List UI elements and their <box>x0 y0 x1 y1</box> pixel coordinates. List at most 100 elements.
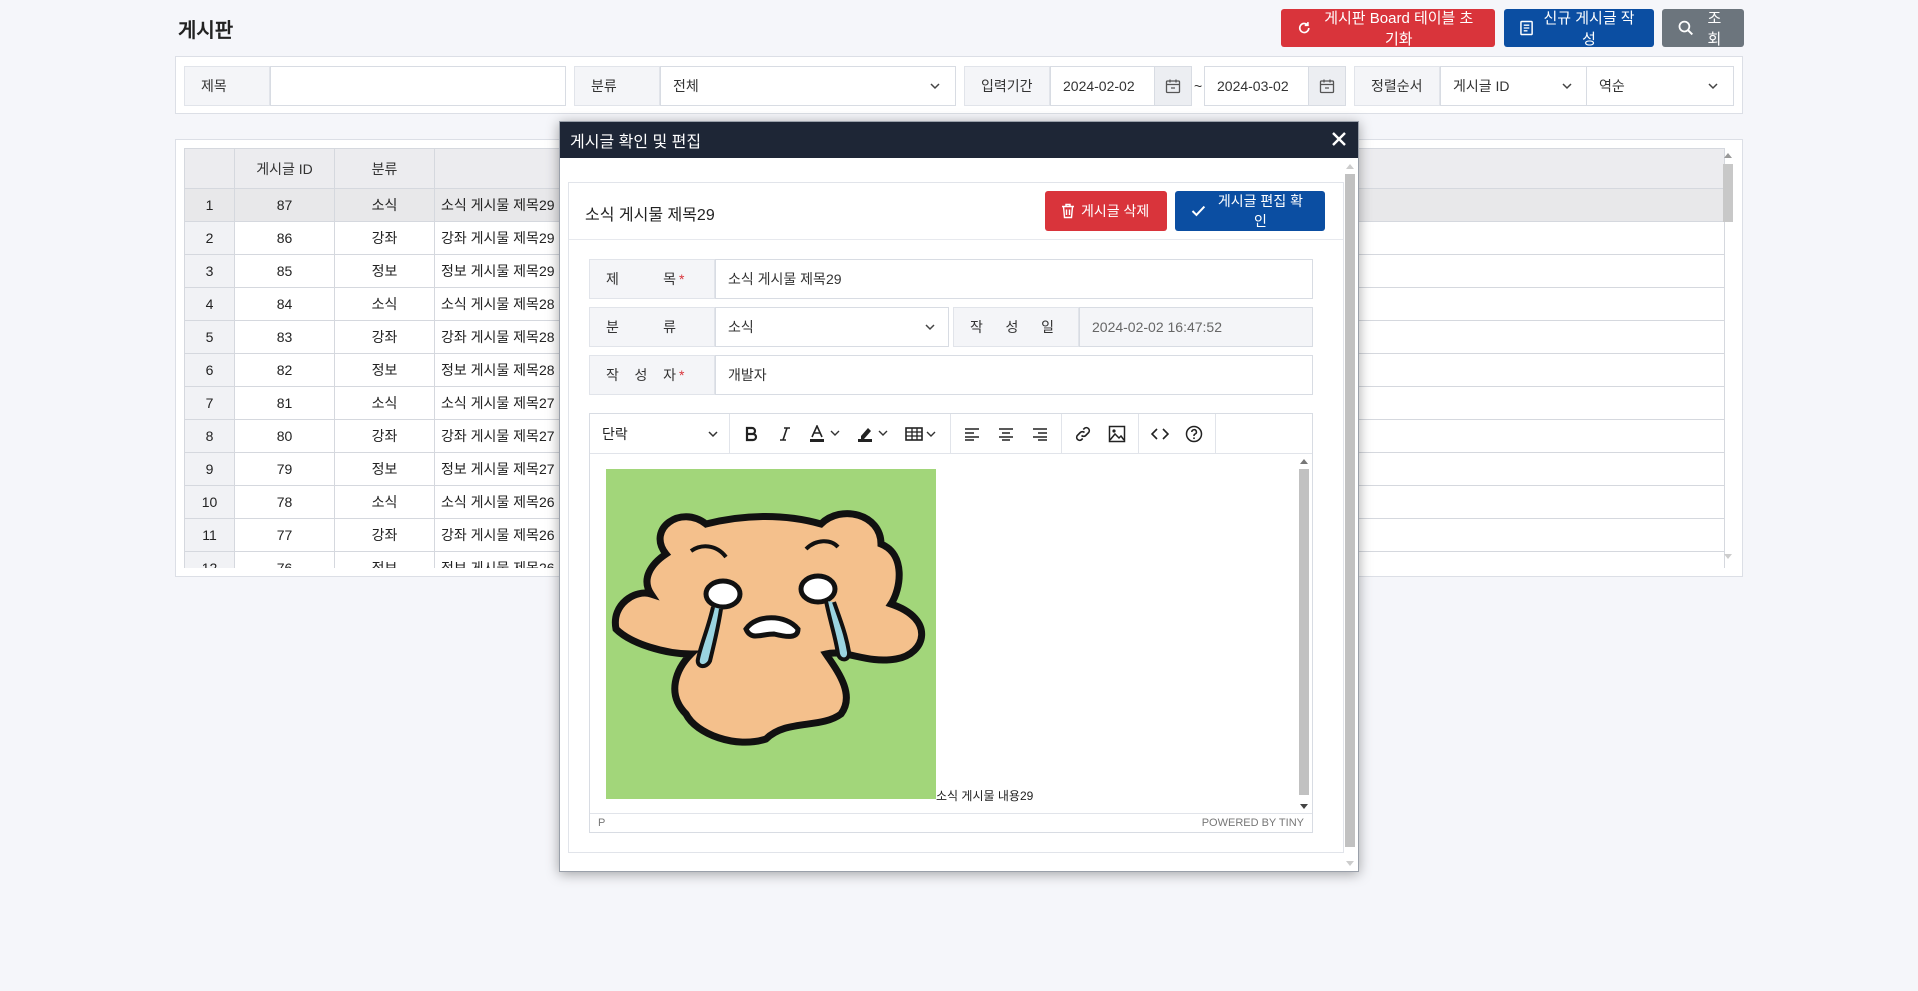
reset-table-button[interactable]: 게시판 Board 테이블 초기화 <box>1281 9 1495 48</box>
modal-scroll-thumb[interactable] <box>1345 174 1355 847</box>
table-button[interactable] <box>900 419 944 449</box>
post-date-field: 2024-02-02 16:47:52 <box>1079 307 1313 347</box>
search-button[interactable]: 조회 <box>1662 9 1744 48</box>
align-left-button[interactable] <box>957 419 987 449</box>
rich-text-editor: 단락 소식 게시물 내용29 P POWERED BY TINY <box>589 413 1313 833</box>
block-format-value: 단락 <box>602 425 628 442</box>
grid-header-category[interactable]: 분류 <box>334 148 435 189</box>
search-icon <box>1678 20 1693 36</box>
field-category-label: 분류 <box>589 307 715 347</box>
sort-direction-value: 역순 <box>1599 78 1625 94</box>
scroll-down-icon <box>1300 804 1308 809</box>
cell-rownum: 4 <box>184 287 235 321</box>
cell-rownum: 5 <box>184 320 235 354</box>
cell-category: 강좌 <box>334 320 435 354</box>
powered-by-link[interactable]: POWERED BY TINY <box>1202 817 1304 829</box>
date-separator: ~ <box>1194 78 1203 94</box>
new-post-label: 신규 게시글 작성 <box>1543 10 1635 48</box>
grid-scrollbar[interactable] <box>1722 150 1734 562</box>
check-icon <box>1191 205 1206 217</box>
sort-direction-select[interactable]: 역순 <box>1586 66 1734 106</box>
date-to-calendar-button[interactable] <box>1308 66 1346 106</box>
date-from-calendar-button[interactable] <box>1154 66 1192 106</box>
cell-post-id: 78 <box>234 485 335 519</box>
cell-rownum: 2 <box>184 221 235 255</box>
source-code-button[interactable] <box>1145 419 1175 449</box>
link-button[interactable] <box>1068 419 1098 449</box>
cell-rownum: 7 <box>184 386 235 420</box>
highlight-color-button[interactable] <box>852 419 896 449</box>
delete-post-button[interactable]: 게시글 삭제 <box>1045 191 1167 231</box>
cell-post-id: 84 <box>234 287 335 321</box>
block-format-select[interactable]: 단락 <box>590 413 730 454</box>
bold-button[interactable] <box>736 419 766 449</box>
trash-icon <box>1062 203 1074 219</box>
cell-category: 소식 <box>334 188 435 222</box>
post-title-input[interactable]: 소식 게시물 제목29 <box>715 259 1313 299</box>
cell-post-id: 83 <box>234 320 335 354</box>
italic-icon <box>780 426 790 441</box>
editor-content-area[interactable]: 소식 게시물 내용29 <box>590 455 1296 813</box>
help-button[interactable] <box>1179 419 1209 449</box>
editor-body-text: 소식 게시물 내용29 <box>936 789 1034 803</box>
table-icon <box>905 426 936 441</box>
image-icon <box>1108 425 1126 442</box>
align-left-icon <box>965 427 979 441</box>
chevron-down-icon <box>1562 83 1572 90</box>
text-color-icon <box>810 424 840 442</box>
cell-category: 정보 <box>334 353 435 387</box>
label-char: 성 <box>1005 319 1019 335</box>
cell-rownum: 12 <box>184 551 235 568</box>
cell-category: 강좌 <box>334 518 435 552</box>
label-char: 분 <box>606 319 619 335</box>
element-path[interactable]: P <box>598 817 605 829</box>
filter-period-label: 입력기간 <box>964 66 1050 106</box>
cell-post-id: 77 <box>234 518 335 552</box>
embedded-image[interactable] <box>606 469 936 799</box>
align-center-button[interactable] <box>991 419 1021 449</box>
text-color-button[interactable] <box>804 419 848 449</box>
italic-button[interactable] <box>770 419 800 449</box>
label-char: 류 <box>663 319 676 335</box>
refresh-icon <box>1298 22 1310 34</box>
grid-scroll-thumb[interactable] <box>1723 164 1733 222</box>
grid-header-rownum <box>184 148 235 189</box>
new-post-button[interactable]: 신규 게시글 작성 <box>1504 9 1654 48</box>
filter-category-select[interactable]: 전체 <box>660 66 956 106</box>
cell-post-id: 86 <box>234 221 335 255</box>
cell-rownum: 10 <box>184 485 235 519</box>
sort-field-select[interactable]: 게시글 ID <box>1440 66 1588 106</box>
editor-scrollbar[interactable] <box>1296 455 1312 813</box>
code-group <box>1139 413 1216 454</box>
editor-scroll-thumb[interactable] <box>1299 469 1309 795</box>
calendar-icon <box>1165 79 1181 94</box>
align-right-button[interactable] <box>1025 419 1055 449</box>
cell-category: 정보 <box>334 254 435 288</box>
chevron-down-icon <box>925 324 935 331</box>
label-char: 목 <box>663 271 676 287</box>
cell-category: 소식 <box>334 386 435 420</box>
field-author-label: 작성자 * <box>589 355 715 395</box>
grid-header-id[interactable]: 게시글 ID <box>234 148 335 189</box>
modal-header[interactable]: 게시글 확인 및 편집 <box>560 122 1358 158</box>
align-group <box>951 413 1062 454</box>
post-author-input[interactable]: 개발자 <box>715 355 1313 395</box>
field-title-label: 제 목 * <box>589 259 715 299</box>
delete-post-label: 게시글 삭제 <box>1081 203 1150 219</box>
filter-title-input[interactable] <box>270 66 566 106</box>
scroll-down-icon <box>1724 554 1732 559</box>
date-to-input[interactable]: 2024-03-02 <box>1204 66 1310 106</box>
image-button[interactable] <box>1102 419 1132 449</box>
date-from-input[interactable]: 2024-02-02 <box>1050 66 1156 106</box>
confirm-edit-button[interactable]: 게시글 편집 확인 <box>1175 191 1325 231</box>
close-icon[interactable] <box>1328 128 1350 150</box>
label-char: 일 <box>1041 319 1054 335</box>
modal-scrollbar[interactable] <box>1344 160 1356 870</box>
cell-rownum: 11 <box>184 518 235 552</box>
chevron-down-icon <box>708 430 718 437</box>
filter-sort-label: 정렬순서 <box>1354 66 1440 106</box>
cell-post-id: 81 <box>234 386 335 420</box>
insert-group <box>1062 413 1139 454</box>
cell-category: 강좌 <box>334 419 435 453</box>
post-category-select[interactable]: 소식 <box>715 307 949 347</box>
